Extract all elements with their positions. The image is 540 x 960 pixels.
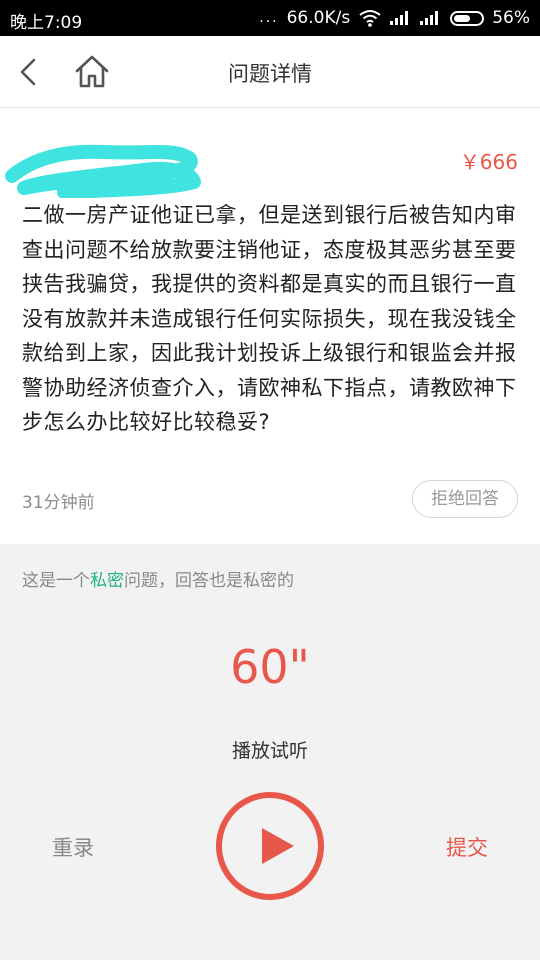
signal-icon [390, 11, 412, 25]
private-note-prefix: 这是一个 [22, 571, 90, 591]
notification-dots: ... [259, 10, 279, 26]
nav-bar: 问题详情 [0, 36, 540, 108]
redacted-username [5, 144, 201, 198]
network-speed: 66.0K/s [286, 8, 351, 28]
rerecord-button[interactable]: 重录 [52, 832, 94, 862]
wifi-icon [359, 10, 381, 27]
signal-icon [420, 11, 442, 25]
private-note: 这是一个私密问题，回答也是私密的 [22, 566, 294, 591]
question-text: 二做一房产证他证已拿，但是送到银行后被告知内审查出问题不给放款要注销他证，态度极… [22, 203, 517, 434]
status-right: ... 66.0K/s 56% [259, 8, 530, 28]
question-card: ￥666 二做一房产证他证已拿，但是送到银行后被告知内审查出问题不给放款要注销他… [0, 108, 540, 544]
play-button[interactable] [216, 792, 324, 900]
status-time: 晚上7:09 [10, 13, 83, 33]
page-title: 问题详情 [228, 62, 312, 86]
recording-duration: 60" [230, 640, 310, 694]
question-time: 31分钟前 [22, 493, 95, 513]
battery-icon [450, 10, 485, 26]
reject-answer-button[interactable]: 拒绝回答 [412, 480, 518, 518]
battery-percent: 56% [492, 8, 530, 28]
question-price: ￥666 [459, 150, 518, 174]
status-bar: 晚上7:09 ... 66.0K/s 56% [0, 0, 540, 36]
play-icon [262, 828, 294, 864]
submit-button[interactable]: 提交 [446, 832, 488, 862]
preview-label: 播放试听 [231, 740, 308, 762]
private-note-highlight: 私密 [90, 571, 124, 591]
private-note-suffix: 问题，回答也是私密的 [124, 571, 294, 591]
